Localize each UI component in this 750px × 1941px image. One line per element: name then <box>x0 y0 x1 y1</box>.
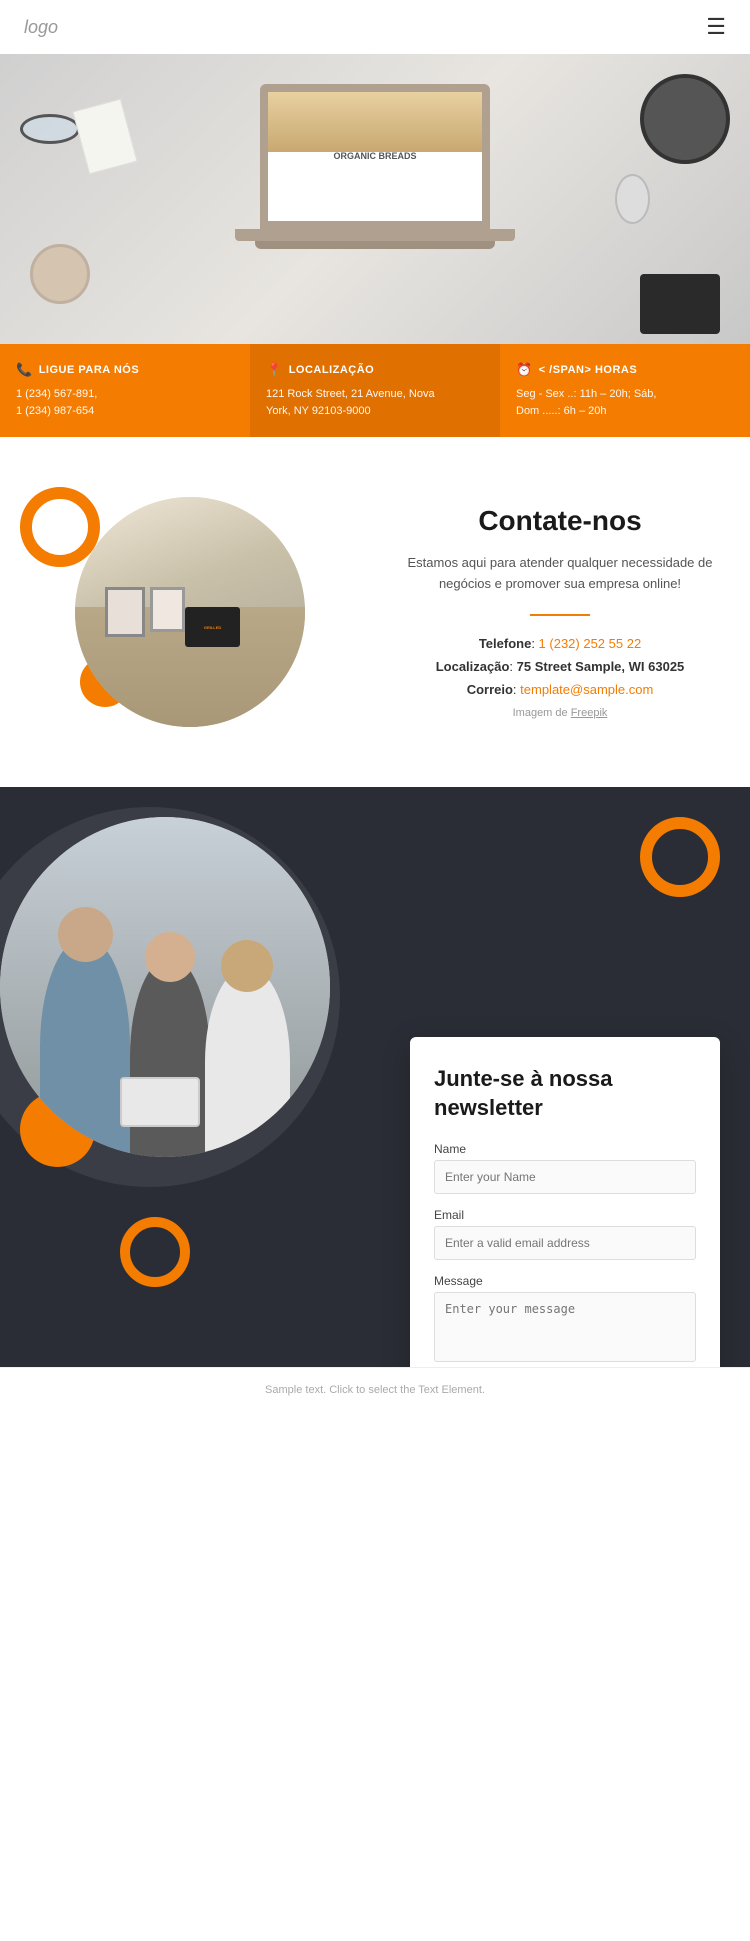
logo: logo <box>24 17 58 38</box>
people-photo <box>0 817 330 1157</box>
contact-photo-inner: GRILLED <box>75 497 305 727</box>
message-field-group: Message <box>434 1274 696 1367</box>
contact-description: Estamos aqui para atender qualquer neces… <box>400 553 720 595</box>
footer: Sample text. Click to select the Text El… <box>0 1367 750 1412</box>
person-3 <box>205 967 290 1157</box>
contact-email-detail: Correio: template@sample.com <box>400 682 720 697</box>
footer-text: Sample text. Click to select the Text El… <box>265 1384 485 1396</box>
food-image <box>268 92 482 152</box>
contact-divider <box>530 614 590 616</box>
frame-1 <box>105 587 145 637</box>
coffee-cup-decoration <box>30 244 90 304</box>
newsletter-card: Junte-se à nossa newsletter Name Email M… <box>410 1037 720 1367</box>
laptop-screen: ORGANIC BREADS <box>260 84 490 229</box>
name-label: Name <box>434 1142 696 1156</box>
email-label: Email <box>434 1208 696 1222</box>
person-2-head <box>145 932 195 982</box>
contact-phone-detail: Telefone: 1 (232) 252 55 22 <box>400 636 720 651</box>
name-field-group: Name <box>434 1142 696 1194</box>
glasses-decoration <box>20 114 80 144</box>
contact-phone-link[interactable]: 1 (232) 252 55 22 <box>539 636 642 651</box>
phone-icon: 📞 <box>16 362 33 378</box>
email-input[interactable] <box>434 1226 696 1260</box>
message-textarea[interactable] <box>434 1292 696 1362</box>
frame-2 <box>150 587 185 632</box>
small-screen: GRILLED <box>185 607 240 647</box>
info-card-hours-text: Seg - Sex ..: 11h – 20h; Sáb, Dom .....:… <box>516 386 734 419</box>
email-field-group: Email <box>434 1208 696 1260</box>
contact-location-detail: Localização: 75 Street Sample, WI 63025 <box>400 659 720 674</box>
laptop-small-photo <box>120 1077 200 1127</box>
contact-email-link[interactable]: template@sample.com <box>520 682 653 697</box>
tablet-decoration <box>640 274 720 334</box>
info-cards-row: 📞 LIGUE PARA NÓS 1 (234) 567-891, 1 (234… <box>0 344 750 437</box>
laptop-bottom <box>255 241 495 249</box>
name-input[interactable] <box>434 1160 696 1194</box>
contact-photo: GRILLED <box>75 497 305 727</box>
contact-left-panel: GRILLED <box>30 497 350 727</box>
person-3-head <box>221 940 273 992</box>
info-card-location-title: 📍 LOCALIZAÇÃO <box>266 362 484 378</box>
contact-section: GRILLED Contate-nos Estamos aqui para at… <box>0 437 750 787</box>
contact-freepik-link[interactable]: Freepik <box>571 707 608 719</box>
header: logo ☰ <box>0 0 750 54</box>
contact-title: Contate-nos <box>400 505 720 537</box>
location-icon: 📍 <box>266 362 283 378</box>
hero-section: ORGANIC BREADS <box>0 54 750 344</box>
info-card-phone-text: 1 (234) 567-891, 1 (234) 987-654 <box>16 386 234 419</box>
people-inner <box>0 817 330 1157</box>
person-1 <box>40 937 130 1157</box>
contact-freepik-credit: Imagem de Freepik <box>400 707 720 719</box>
newsletter-title: Junte-se à nossa newsletter <box>434 1065 696 1122</box>
laptop-screen-text: ORGANIC BREADS <box>333 150 416 163</box>
orange-ring-newsletter <box>640 817 720 897</box>
person-1-head <box>58 907 113 962</box>
hamburger-menu-icon[interactable]: ☰ <box>706 14 726 40</box>
pan-decoration <box>640 74 730 164</box>
info-card-location-text: 121 Rock Street, 21 Avenue, Nova York, N… <box>266 386 484 419</box>
newsletter-section: Junte-se à nossa newsletter Name Email M… <box>0 787 750 1367</box>
info-card-hours-title: ⏰ < /SPAN> HORAS <box>516 362 734 378</box>
person-2 <box>130 957 210 1157</box>
laptop-base <box>235 229 515 241</box>
clock-icon: ⏰ <box>516 362 533 378</box>
orange-ring-newsletter-bottom <box>120 1217 190 1287</box>
info-card-location: 📍 LOCALIZAÇÃO 121 Rock Street, 21 Avenue… <box>250 344 500 437</box>
info-card-phone-title: 📞 LIGUE PARA NÓS <box>16 362 234 378</box>
info-card-hours: ⏰ < /SPAN> HORAS Seg - Sex ..: 11h – 20h… <box>500 344 750 437</box>
message-label: Message <box>434 1274 696 1288</box>
laptop-decoration: ORGANIC BREADS <box>235 84 515 274</box>
contact-right-panel: Contate-nos Estamos aqui para atender qu… <box>380 505 720 720</box>
mouse-decoration <box>615 174 650 224</box>
info-card-phone: 📞 LIGUE PARA NÓS 1 (234) 567-891, 1 (234… <box>0 344 250 437</box>
